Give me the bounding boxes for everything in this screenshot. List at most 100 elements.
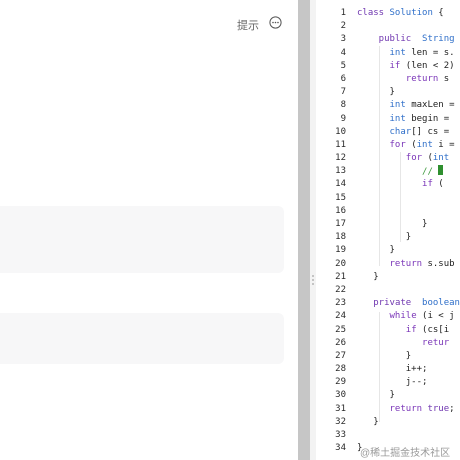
- code-line[interactable]: if (len < 2): [357, 60, 460, 73]
- line-number: 13: [335, 166, 346, 177]
- code-token: if: [422, 179, 433, 190]
- line-number: 34: [335, 443, 346, 454]
- line-number-gutter: 1 2 3 4 5 6 7 8 9 10 11 12 13 14 15 16 17 18 19 20 21 22 23 24 2…: [316, 7, 346, 455]
- code-line[interactable]: retur: [357, 337, 460, 350]
- line-number: 11: [335, 139, 346, 150]
- code-token: private: [373, 298, 423, 309]
- code-token: return: [405, 73, 439, 84]
- code-line[interactable]: }: [357, 218, 460, 231]
- line-number: 6: [340, 73, 346, 84]
- code-token: char: [389, 126, 412, 137]
- line-number: 18: [335, 232, 346, 243]
- code-line[interactable]: i++;: [357, 363, 460, 376]
- example-code-block: [0, 206, 284, 273]
- line-number: 7: [340, 87, 346, 98]
- code-line[interactable]: int begin =: [357, 113, 460, 126]
- code-editor[interactable]: 1 2 3 4 5 6 7 8 9 10 11 12 13 14 15 16 17 18 19 20 21 22 23 24 2…: [316, 0, 460, 460]
- code-line[interactable]: //: [357, 165, 460, 178]
- code-line[interactable]: public String: [357, 33, 460, 46]
- code-line[interactable]: for (int i =: [357, 139, 460, 152]
- line-number: 29: [335, 377, 346, 388]
- code-token: i++;: [357, 364, 428, 375]
- splitter-grip[interactable]: [312, 279, 314, 281]
- line-number: 5: [340, 60, 346, 71]
- code-token: }: [357, 390, 395, 401]
- line-number: 12: [335, 153, 346, 164]
- code-line[interactable]: char[] cs =: [357, 126, 460, 139]
- code-line[interactable]: if (: [357, 178, 460, 191]
- code-line[interactable]: }: [357, 416, 460, 429]
- code-line[interactable]: }: [357, 389, 460, 402]
- code-token: //: [422, 167, 439, 178]
- code-line[interactable]: [357, 284, 460, 297]
- code-token: int: [389, 100, 406, 111]
- splitter-grip[interactable]: [312, 275, 314, 277]
- code-token: (cs[i: [416, 324, 450, 335]
- code-line[interactable]: return true;: [357, 403, 460, 416]
- code-line[interactable]: while (i < j: [357, 310, 460, 323]
- code-line[interactable]: if (cs[i: [357, 324, 460, 337]
- code-line[interactable]: }: [357, 86, 460, 99]
- splitter-grip[interactable]: [312, 283, 314, 285]
- code-line[interactable]: int len = s.: [357, 47, 460, 60]
- line-number: 20: [335, 258, 346, 269]
- code-token: j--;: [357, 377, 428, 388]
- code-token: }: [357, 271, 379, 282]
- line-number: 21: [335, 271, 346, 282]
- code-content[interactable]: class Solution { public String int len =…: [357, 7, 460, 455]
- code-line[interactable]: int maxLen =: [357, 99, 460, 112]
- line-number: 26: [335, 337, 346, 348]
- code-line[interactable]: [357, 429, 460, 442]
- code-token: public: [357, 34, 423, 45]
- code-token: }: [357, 232, 412, 243]
- code-token: int: [389, 47, 406, 58]
- code-line[interactable]: }: [357, 350, 460, 363]
- description-scrollbar[interactable]: [298, 0, 310, 460]
- text-cursor: [438, 165, 444, 176]
- line-number: 3: [340, 34, 346, 45]
- code-line[interactable]: }: [357, 271, 460, 284]
- code-line[interactable]: for (int: [357, 152, 460, 165]
- code-line[interactable]: j--;: [357, 376, 460, 389]
- code-line[interactable]: return s.sub: [357, 258, 460, 271]
- code-token: return: [389, 403, 423, 414]
- code-line[interactable]: }: [357, 244, 460, 257]
- code-token: (: [405, 139, 417, 150]
- line-number: 17: [335, 219, 346, 229]
- code-line[interactable]: private boolean: [357, 297, 460, 310]
- more-horizontal-icon[interactable]: [269, 16, 282, 29]
- code-token: {: [432, 8, 444, 18]
- code-token: }: [357, 350, 412, 361]
- code-line[interactable]: [357, 192, 460, 205]
- code-token: }: [357, 219, 428, 229]
- code-token: }: [357, 245, 395, 256]
- code-line[interactable]: [357, 20, 460, 33]
- code-token: Solution: [389, 8, 433, 18]
- hint-button[interactable]: 提示: [237, 17, 259, 33]
- code-line[interactable]: [357, 205, 460, 218]
- line-number: 25: [335, 324, 346, 335]
- line-number: 23: [335, 298, 346, 309]
- line-number: 19: [335, 245, 346, 256]
- problem-description-pane: 提示: [0, 0, 298, 460]
- code-line[interactable]: class Solution {: [357, 7, 460, 20]
- line-number: 2: [340, 21, 346, 32]
- line-number: 28: [335, 364, 346, 375]
- code-token: ;: [449, 403, 455, 414]
- code-line[interactable]: }: [357, 231, 460, 244]
- code-token: len = s.: [405, 47, 455, 58]
- code-token: int: [416, 139, 433, 150]
- line-number: 22: [335, 284, 346, 295]
- code-line[interactable]: return s: [357, 73, 460, 86]
- description-toolbar: 提示: [0, 0, 298, 46]
- code-token: }: [357, 416, 379, 427]
- code-token: s: [438, 73, 450, 84]
